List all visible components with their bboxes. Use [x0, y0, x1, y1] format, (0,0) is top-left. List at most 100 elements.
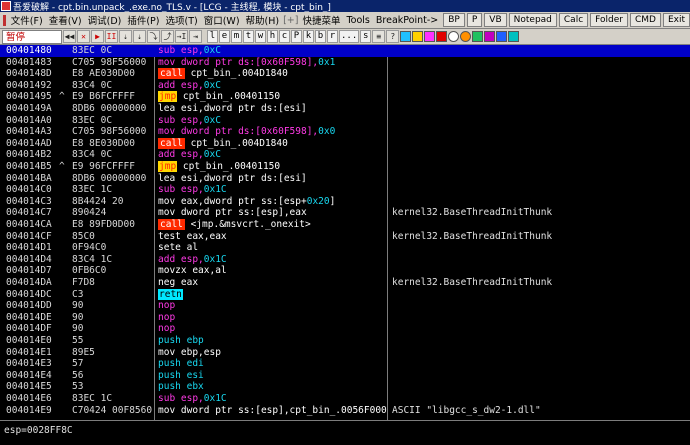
disassembly-row[interactable]: 004014DC C3 retn — [0, 288, 690, 301]
menu-tools[interactable]: Tools — [343, 15, 372, 26]
cpu-window-button[interactable]: c — [279, 30, 290, 43]
plugin-blue-icon[interactable] — [400, 31, 412, 42]
disassembly-row[interactable]: 004014D7 0FB6C0 movzx eax,al — [0, 265, 690, 277]
p-button[interactable]: P — [466, 13, 483, 27]
menu-view[interactable]: 查看(V) — [46, 13, 85, 27]
address-cell: 004014A3 — [6, 126, 52, 138]
hex-dump-cell: 90 — [72, 323, 84, 335]
disassembly-row[interactable]: 004014C0 83EC 1C sub esp,0x1C — [0, 184, 690, 196]
plugin-green-icon[interactable] — [472, 31, 484, 42]
disassembly-cell: nop — [158, 312, 175, 324]
references-window-button[interactable]: r — [327, 30, 338, 43]
trace-over-icon[interactable]: ⤴ — [161, 30, 174, 43]
menu-file[interactable]: 文件(F) — [8, 13, 46, 27]
hex-dump-cell: E8 8E030D00 — [72, 137, 135, 149]
hex-dump-cell: E9 B6FCFFFF — [72, 91, 135, 103]
disassembly-row[interactable]: 004014CF 85C0 test eax,eax kernel32.BaseThr… — [0, 231, 690, 243]
pause-icon[interactable]: II — [105, 30, 118, 43]
disassembly-row[interactable]: 004014C3 8B4424 20 mov eax,dword ptr ss:[e… — [0, 196, 690, 208]
disassembly-row[interactable]: 004014E3 57 push edi — [0, 358, 690, 370]
handles-window-button[interactable]: h — [267, 30, 278, 43]
disassembly-row[interactable]: 004014A0 83EC 0C sub esp,0xC — [0, 115, 690, 127]
rewind-icon[interactable]: ◀◀ — [63, 30, 76, 43]
instruction-token: sub esp, — [158, 114, 204, 126]
plugin-orange-icon[interactable] — [460, 31, 472, 42]
disassembly-row[interactable]: 004014BA 8DB6 00000000 lea esi,dword ptr d… — [0, 173, 690, 185]
menu-expand[interactable]: [+] — [282, 15, 299, 26]
breakpoints-window-button[interactable]: b — [315, 30, 326, 43]
plugin-purple-icon[interactable] — [484, 31, 496, 42]
menu-breakpoint[interactable]: BreakPoint-> — [373, 15, 441, 26]
menu-options[interactable]: 选项(T) — [163, 13, 201, 27]
disassembly-row[interactable]: 004014B5 ^ E9 96FCFFFF jmp cpt_bin_.0040115… — [0, 161, 690, 173]
bp-button[interactable]: BP — [443, 13, 465, 27]
disassembly-row[interactable]: 004014B2 83C4 0C add esp,0xC — [0, 149, 690, 161]
menu-plugins[interactable]: 插件(P) — [124, 13, 162, 27]
disassembly-row[interactable]: 00401483 C705 98F56000 mov dword ptr ds:[0… — [0, 57, 690, 69]
disassembly-row[interactable]: 004014E5 53 push ebx — [0, 381, 690, 393]
hex-dump-cell: C3 — [72, 288, 84, 300]
notepad-button[interactable]: Notepad — [508, 13, 557, 27]
disassembly-row[interactable]: 004014DE 90 nop — [0, 312, 690, 324]
app-menu-icon[interactable] — [3, 14, 6, 26]
address-cell: 004014BA — [6, 172, 52, 184]
calc-button[interactable]: Calc — [558, 13, 589, 27]
disassembly-row[interactable]: 004014DF 90 nop — [0, 323, 690, 335]
trace-into-icon[interactable]: ⤵ — [147, 30, 160, 43]
plugin-magenta-icon[interactable] — [424, 31, 436, 42]
disassembly-row[interactable]: 004014E9 C70424 00F8560 mov dword ptr ss:[… — [0, 405, 690, 417]
run-trace-button[interactable]: ... — [339, 30, 360, 43]
menu-help[interactable]: 帮助(H) — [243, 13, 283, 27]
vb-button[interactable]: VB — [484, 13, 507, 27]
disassembly-row[interactable]: 00401480 83EC 0C sub esp,0xC — [0, 45, 690, 57]
disassembly-row[interactable]: 00401495 ^ E9 B6FCFFFF jmp cpt_bin_.0040115… — [0, 91, 690, 103]
step-over-icon[interactable]: ⇣ — [133, 30, 146, 43]
disassembly-row[interactable]: 004014E0 55 push ebp — [0, 335, 690, 347]
execute-till-return-icon[interactable]: →I — [175, 30, 188, 43]
disassembly-row[interactable]: 004014D1 0F94C0 sete al — [0, 242, 690, 254]
list-icon[interactable]: ≡ — [372, 30, 386, 43]
disassembly-row[interactable]: 0040149A 8DB6 00000000 lea esi,dword ptr d… — [0, 103, 690, 115]
disassembly-row[interactable]: 004014C7 890424 mov dword ptr ss:[esp],eax… — [0, 207, 690, 219]
disassembly-row[interactable]: 004014DD 90 nop — [0, 300, 690, 312]
cmd-button[interactable]: CMD — [629, 13, 661, 27]
disassembly-row[interactable]: 004014AD E8 8E030D00 call cpt_bin_.004D184… — [0, 137, 690, 150]
disassembly-row[interactable]: 004014D4 83C4 1C add esp,0x1C — [0, 254, 690, 266]
disassembly-row[interactable]: 00401492 83C4 0C add esp,0xC — [0, 80, 690, 92]
windows-window-button[interactable]: w — [255, 30, 266, 43]
plugin-teal-icon[interactable] — [508, 31, 520, 42]
threads-window-button[interactable]: t — [243, 30, 254, 43]
folder-button[interactable]: Folder — [590, 13, 628, 27]
modules-window-button[interactable]: e — [219, 30, 230, 43]
settings-gear-icon[interactable] — [448, 31, 460, 42]
log-window-button[interactable]: l — [207, 30, 218, 43]
hex-dump-cell: C705 98F56000 — [72, 126, 147, 138]
source-window-button[interactable]: s — [360, 30, 372, 43]
instruction-token: mov dword ptr ss:[esp],eax — [158, 207, 307, 219]
disassembly-row[interactable]: 004014E6 83EC 1C sub esp,0x1C — [0, 393, 690, 405]
goto-icon[interactable]: ⇥ — [189, 30, 202, 43]
disassembly-row[interactable]: 004014E4 56 push esi — [0, 370, 690, 382]
run-icon[interactable]: ▶ — [91, 30, 104, 43]
instruction-token: sub esp, — [158, 393, 204, 404]
disassembly-row[interactable]: 004014A3 C705 98F56000 mov dword ptr ds:[0… — [0, 126, 690, 138]
instruction-token: mov dword ptr ds:[0x60F598], — [158, 126, 319, 138]
memory-window-button[interactable]: m — [231, 30, 242, 43]
disassembly-row[interactable]: 004014DA F7D8 neg eax kernel32.BaseThreadIn… — [0, 277, 690, 289]
step-into-icon[interactable]: ⇣ — [119, 30, 132, 43]
close-icon[interactable]: ✕ — [77, 30, 90, 43]
menu-window[interactable]: 窗口(W) — [201, 13, 243, 27]
callstack-window-button[interactable]: k — [303, 30, 314, 43]
plugin-yellow-icon[interactable] — [412, 31, 424, 42]
patches-window-button[interactable]: P — [291, 30, 302, 43]
exit-button[interactable]: Exit — [662, 13, 690, 27]
disassembly-row[interactable]: 004014E1 89E5 mov ebp,esp — [0, 347, 690, 359]
help-icon[interactable]: ? — [386, 30, 400, 43]
plugin-navy-icon[interactable] — [496, 31, 508, 42]
menu-shortcuts[interactable]: 快捷菜单 — [299, 13, 343, 27]
disassembly-row[interactable]: 0040148D E8 AE030D00 call cpt_bin_.004D184… — [0, 68, 690, 80]
menu-debug[interactable]: 调试(D) — [85, 13, 125, 27]
register-info: esp=0028FF8C — [4, 425, 73, 436]
plugin-red-icon[interactable] — [436, 31, 448, 42]
disassembly-row[interactable]: 004014CA E8 89FD0D00 call <jmp.&msvcrt._on… — [0, 219, 690, 231]
